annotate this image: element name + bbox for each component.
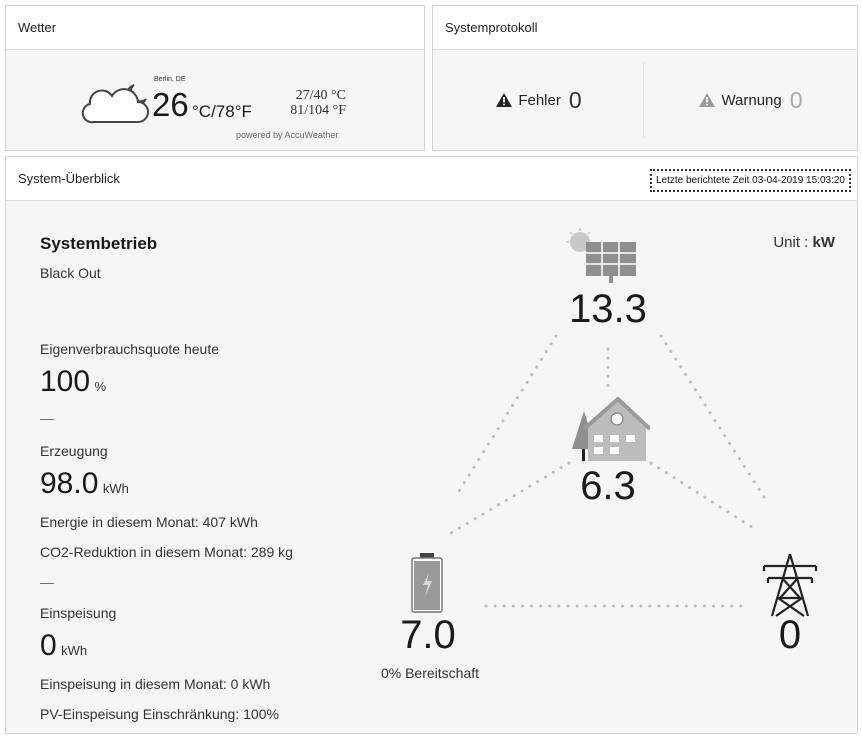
battery-standby: 0% Bereitschaft	[380, 665, 480, 681]
grid-power-value: 0	[778, 613, 802, 657]
weather-body: Berlin, DE 26 °C/78°F 27/40 °C 81/104 °F…	[6, 50, 424, 150]
error-warning-icon	[496, 93, 513, 107]
cloud-moon-icon	[81, 84, 149, 124]
battery-power-value: 7.0	[400, 613, 456, 657]
system-log-body: Fehler 0 Warnung 0	[433, 50, 857, 150]
flow-line-pv-grid	[659, 334, 766, 499]
error-count: 0	[568, 86, 582, 113]
flow-line-home-grid	[649, 461, 760, 533]
weather-temperature-unit: °C/78°F	[192, 102, 252, 121]
weather-range-celsius: 27/40 °C	[295, 88, 346, 103]
system-log-panel: Systemprotokoll Fehler 0 Warnung 0	[432, 5, 858, 151]
flow-line-pv-battery	[454, 334, 558, 498]
warning-count: 0	[789, 86, 803, 113]
power-grid-icon	[762, 553, 818, 617]
weather-powered-by: powered by AccuWeather	[236, 130, 339, 140]
weather-temperature: 26	[152, 86, 189, 123]
weather-panel-title: Wetter	[6, 6, 424, 50]
error-label: Fehler	[518, 91, 561, 109]
system-overview-body: Systembetrieb Black Out Eigenverbrauchsq…	[6, 201, 857, 733]
home-consumption-value: 6.3	[580, 464, 636, 508]
weather-range-fahrenheit: 81/104 °F	[290, 103, 346, 118]
warning-summary[interactable]: Warnung 0	[645, 50, 857, 150]
weather-city: Berlin, DE	[154, 76, 186, 83]
warning-triangle-icon	[699, 93, 716, 107]
solar-panel-icon	[566, 228, 636, 283]
system-log-title: Systemprotokoll	[433, 6, 857, 50]
log-divider	[643, 62, 644, 138]
battery-icon	[411, 553, 443, 613]
system-overview-panel: System-Überblick Letzte berichtete Zeit …	[5, 156, 858, 734]
pv-power-value: 13.3	[569, 287, 647, 331]
last-reported-time: Letzte berichtete Zeit 03-04-2019 15:03:…	[649, 169, 851, 192]
home-icon	[572, 397, 650, 461]
warning-label: Warnung	[721, 91, 782, 109]
weather-panel: Wetter Berlin, DE 26 °C/78°F 27/40 °C 81…	[5, 5, 425, 151]
error-summary[interactable]: Fehler 0	[433, 50, 645, 150]
